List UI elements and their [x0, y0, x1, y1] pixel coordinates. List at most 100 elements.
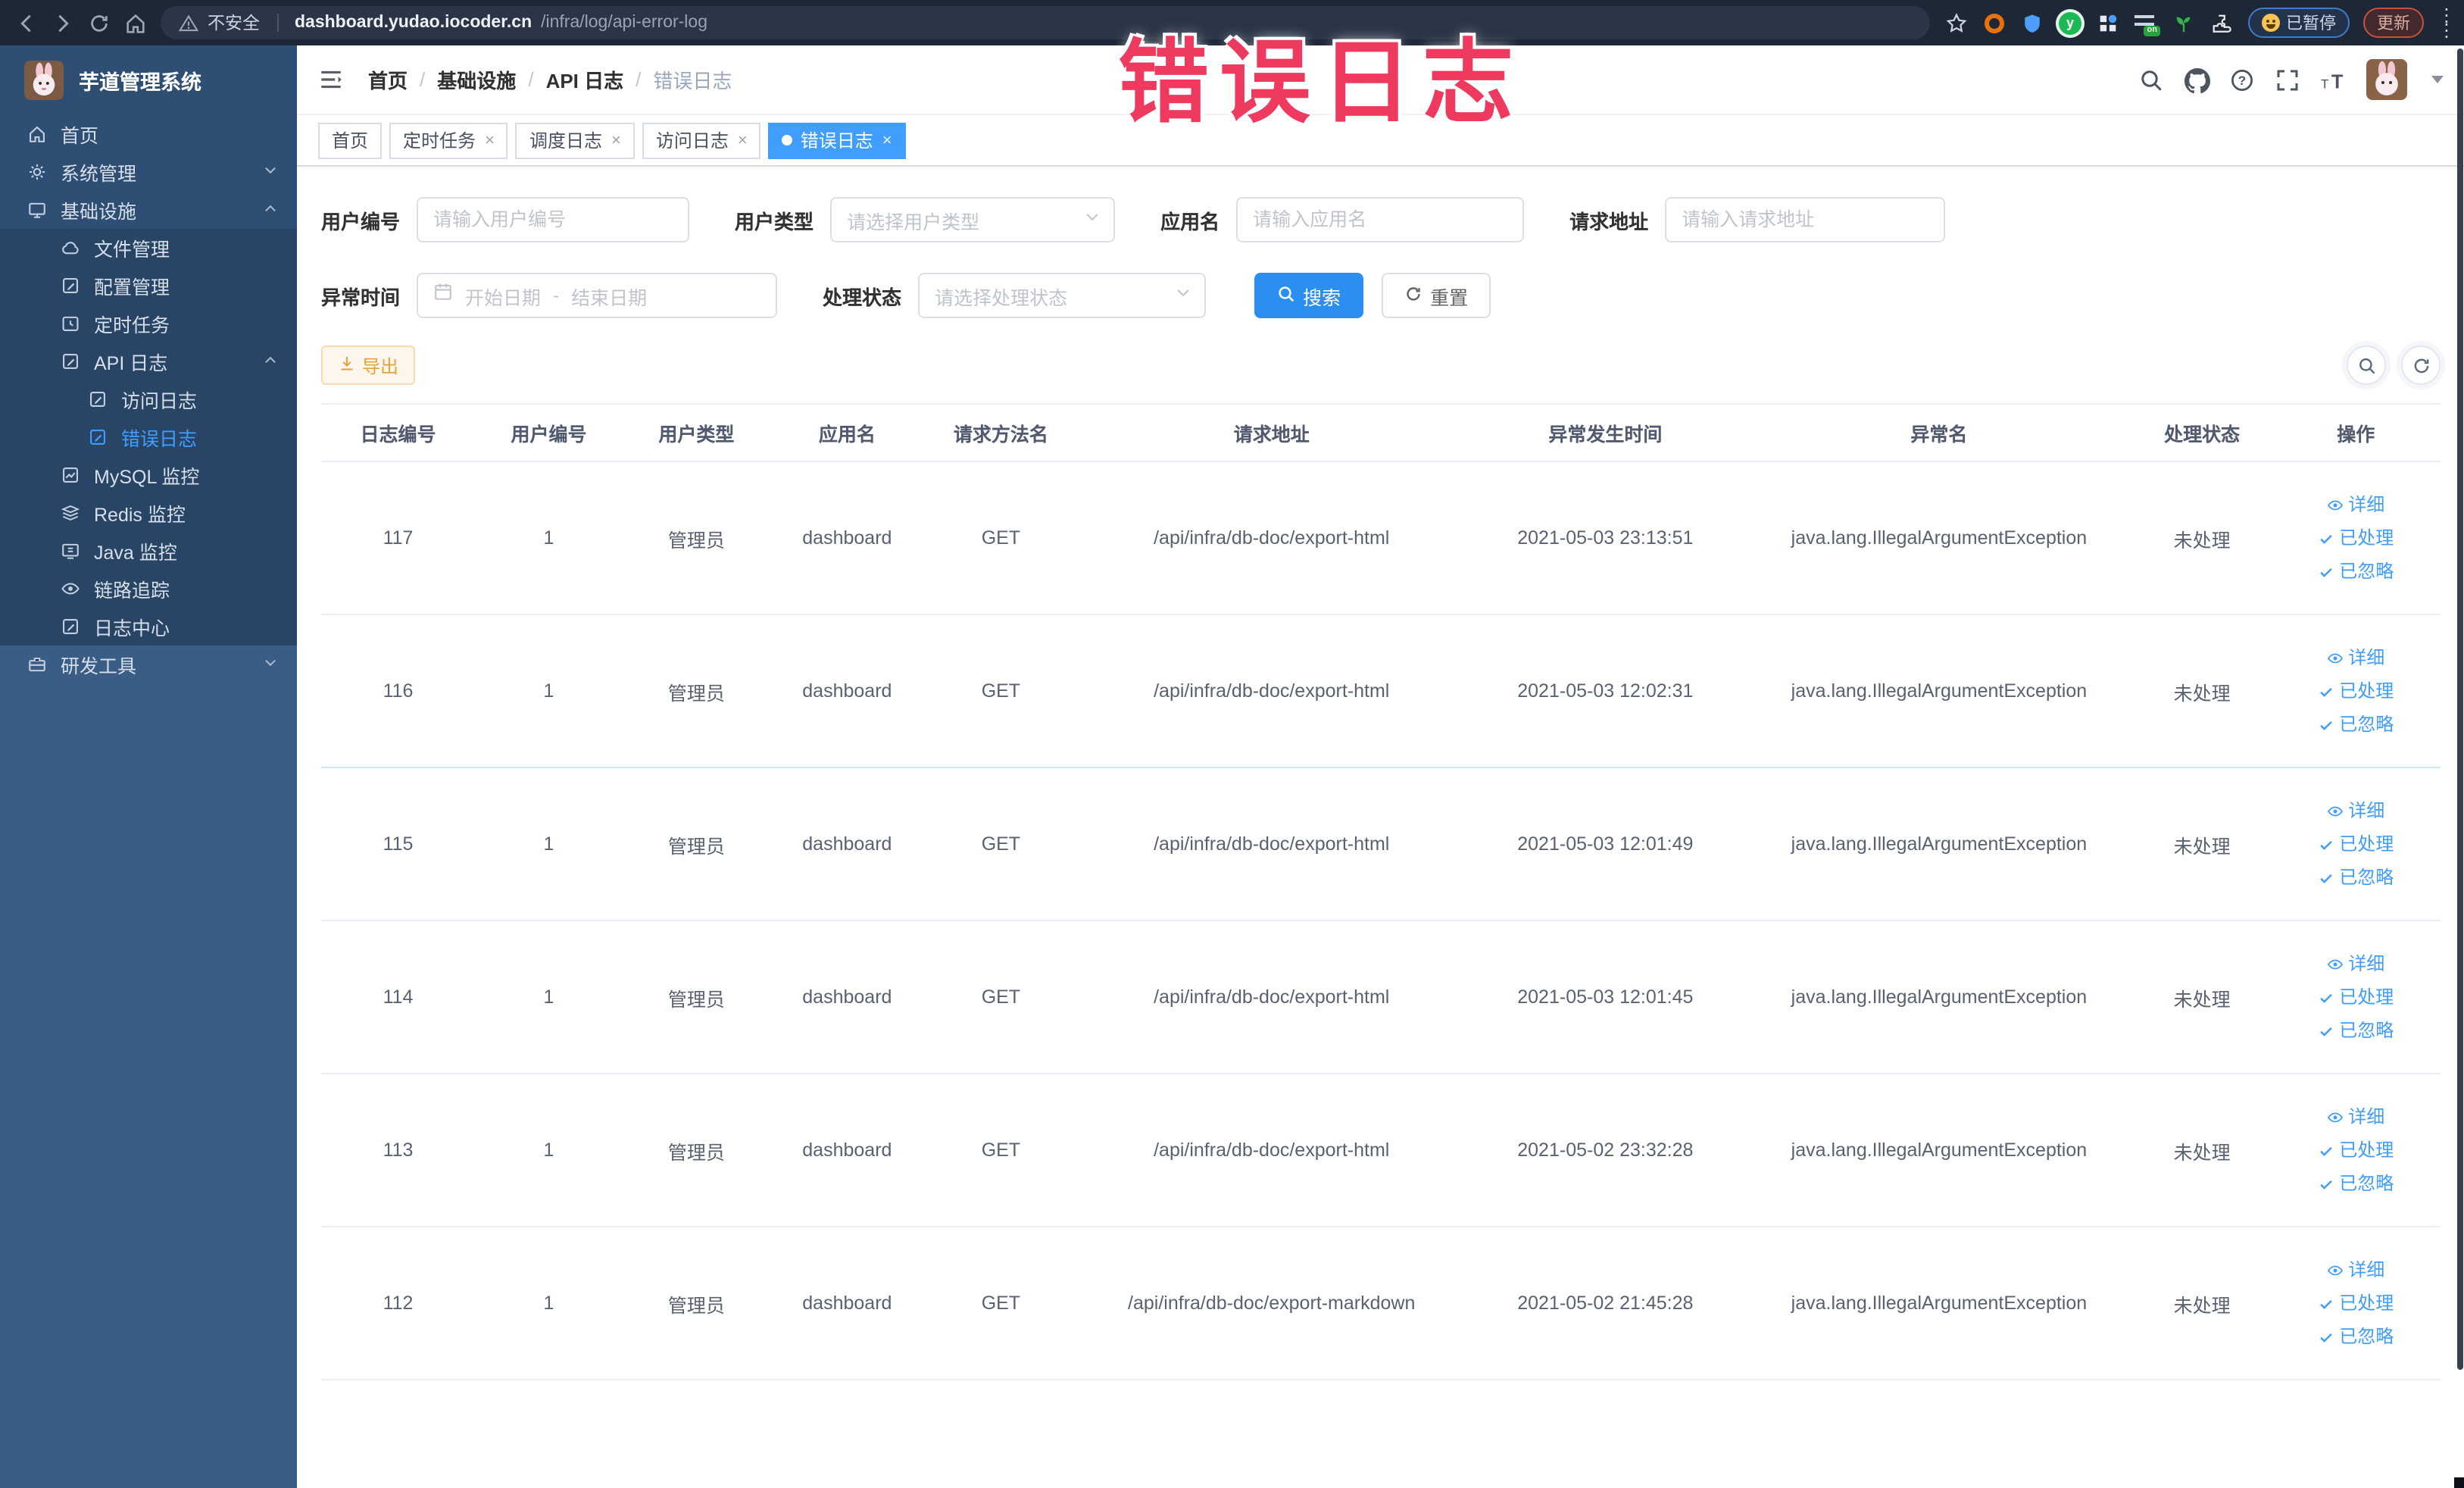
puzzle-extension-icon[interactable] — [2209, 10, 2234, 36]
back-icon[interactable] — [15, 11, 38, 34]
action-label: 详细 — [2348, 1259, 2385, 1280]
tab-定时任务[interactable]: 定时任务 × — [389, 122, 508, 158]
user-avatar[interactable] — [2366, 59, 2407, 100]
cell-exception: java.lang.IllegalArgumentException — [1745, 461, 2133, 615]
sidebar-item-mysql[interactable]: MySQL 监控 — [0, 456, 297, 494]
cell-url: /api/infra/db-doc/export-html — [1077, 461, 1466, 615]
gear-icon — [29, 164, 45, 180]
avatar-dropdown-icon[interactable] — [2431, 76, 2444, 83]
user-id-input[interactable] — [417, 197, 690, 242]
process-status-select[interactable]: 请选择处理状态 — [918, 273, 1207, 318]
leaf-icon — [2176, 16, 2191, 32]
sidebar-item-infra[interactable]: 基础设施 — [0, 191, 297, 229]
user-type-select[interactable]: 请选择用户类型 — [830, 197, 1116, 242]
font-size-icon[interactable]: TT — [2321, 67, 2345, 92]
action-processed[interactable]: 已处理 — [2271, 980, 2441, 1014]
sidebar-item-file[interactable]: 文件管理 — [0, 229, 297, 267]
action-processed[interactable]: 已处理 — [2271, 521, 2441, 555]
action-ignored[interactable]: 已忽略 — [2271, 1320, 2441, 1353]
tab-错误日志[interactable]: 错误日志 × — [768, 122, 906, 158]
bookmark-star-extension-icon[interactable] — [1944, 10, 1969, 36]
page-scrollbar[interactable] — [2457, 48, 2463, 1370]
leaf-extension-icon[interactable] — [2171, 10, 2197, 36]
action-detail[interactable]: 详细 — [2271, 488, 2441, 521]
action-processed[interactable]: 已处理 — [2271, 674, 2441, 708]
search-icon[interactable] — [2139, 67, 2163, 92]
security-warning-icon[interactable] — [178, 13, 199, 33]
sidebar-item-log-center[interactable]: 日志中心 — [0, 608, 297, 646]
export-button[interactable]: 导出 — [321, 345, 416, 385]
end-date-placeholder[interactable]: 结束日期 — [571, 281, 647, 310]
date-range-picker[interactable]: 开始日期 - 结束日期 — [417, 273, 778, 318]
start-date-placeholder[interactable]: 开始日期 — [465, 281, 541, 310]
security-label[interactable]: 不安全 — [208, 11, 260, 35]
switch-extension-icon[interactable]: on — [2133, 10, 2160, 36]
app-name-input[interactable] — [1236, 197, 1525, 242]
close-tab-icon[interactable]: × — [611, 131, 621, 149]
sidebar-item-api-log[interactable]: API 日志 — [0, 342, 297, 380]
grid-extension-icon[interactable] — [2095, 10, 2121, 36]
reload-icon[interactable] — [88, 11, 111, 34]
home-icon[interactable] — [124, 11, 147, 34]
action-ignored[interactable]: 已忽略 — [2271, 1167, 2441, 1200]
sidebar-item-trace[interactable]: 链路追踪 — [0, 570, 297, 608]
edit-icon — [63, 278, 78, 293]
close-tab-icon[interactable]: × — [882, 131, 892, 149]
tab-首页[interactable]: 首页 — [318, 122, 383, 158]
sidebar-item-config[interactable]: 配置管理 — [0, 267, 297, 305]
action-processed[interactable]: 已处理 — [2271, 1133, 2441, 1167]
close-tab-icon[interactable]: × — [485, 131, 495, 149]
action-ignored[interactable]: 已忽略 — [2271, 555, 2441, 588]
blue-shield-extension-icon[interactable] — [2019, 10, 2045, 36]
table-row: 114 1 管理员 dashboard GET/api/infra/db-doc/exp… — [321, 921, 2441, 1074]
action-detail[interactable]: 详细 — [2271, 794, 2441, 827]
sidebar-item-system[interactable]: 系统管理 — [0, 153, 297, 191]
sidebar-item-redis[interactable]: Redis 监控 — [0, 494, 297, 532]
tab-访问日志[interactable]: 访问日志 × — [642, 122, 761, 158]
hide-search-button[interactable] — [2347, 345, 2386, 385]
action-detail[interactable]: 详细 — [2271, 947, 2441, 980]
breadcrumb-item[interactable]: 首页 — [368, 65, 408, 94]
browser-menu-icon[interactable]: ⋮ ⋮ — [2437, 6, 2456, 39]
refresh-icon — [1404, 284, 1422, 307]
cell-time: 2021-05-03 12:01:45 — [1465, 921, 1746, 1074]
sidebar-item-java[interactable]: Java 监控 — [0, 532, 297, 570]
action-processed[interactable]: 已处理 — [2271, 827, 2441, 861]
request-url-input[interactable] — [1665, 197, 1946, 242]
fullscreen-icon[interactable] — [2275, 67, 2300, 92]
sidebar-item-access-log[interactable]: 访问日志 — [0, 380, 297, 418]
action-detail[interactable]: 详细 — [2271, 1100, 2441, 1133]
app-title: 芋道管理系统 — [79, 71, 201, 94]
sidebar-item-home[interactable]: 首页 — [0, 115, 297, 153]
action-processed[interactable]: 已处理 — [2271, 1286, 2441, 1320]
github-icon[interactable] — [2184, 67, 2210, 93]
sidebar-item-error-log[interactable]: 错误日志 — [0, 418, 297, 456]
paused-badge[interactable]: 已暂停 — [2248, 8, 2350, 38]
update-badge-label: 更新 — [2377, 15, 2410, 33]
search-button-label: 搜索 — [1303, 287, 1341, 308]
action-ignored[interactable]: 已忽略 — [2271, 708, 2441, 741]
action-ignored[interactable]: 已忽略 — [2271, 861, 2441, 894]
sidebar-item-job[interactable]: 定时任务 — [0, 305, 297, 342]
hamburger-icon[interactable] — [318, 67, 344, 92]
url-path[interactable]: /infra/log/api-error-log — [541, 14, 707, 32]
green-circle-extension-icon[interactable]: y — [2057, 10, 2083, 36]
app-logo-row[interactable]: 芋道管理系统 — [0, 45, 297, 115]
forward-icon[interactable] — [52, 11, 74, 34]
breadcrumb-item[interactable]: 基础设施 — [437, 65, 516, 94]
search-button[interactable]: 搜索 — [1254, 273, 1364, 318]
action-detail[interactable]: 详细 — [2271, 641, 2441, 674]
orange-ring-extension-icon[interactable] — [1982, 10, 2007, 36]
reset-button[interactable]: 重置 — [1382, 273, 1491, 318]
action-detail[interactable]: 详细 — [2271, 1253, 2441, 1286]
sidebar-item-dev-tools[interactable]: 研发工具 — [0, 646, 297, 683]
breadcrumb-item[interactable]: API 日志 — [546, 65, 624, 94]
close-tab-icon[interactable]: × — [738, 131, 748, 149]
update-badge[interactable]: 更新 — [2363, 8, 2424, 38]
tab-调度日志[interactable]: 调度日志 × — [515, 122, 635, 158]
action-ignored[interactable]: 已忽略 — [2271, 1014, 2441, 1047]
address-bar[interactable]: 不安全 dashboard.yudao.iocoder.cn/infra/log… — [161, 6, 1930, 39]
url-domain[interactable]: dashboard.yudao.iocoder.cn — [295, 14, 532, 32]
help-icon[interactable]: ? — [2230, 67, 2254, 92]
refresh-table-button[interactable] — [2401, 345, 2441, 385]
